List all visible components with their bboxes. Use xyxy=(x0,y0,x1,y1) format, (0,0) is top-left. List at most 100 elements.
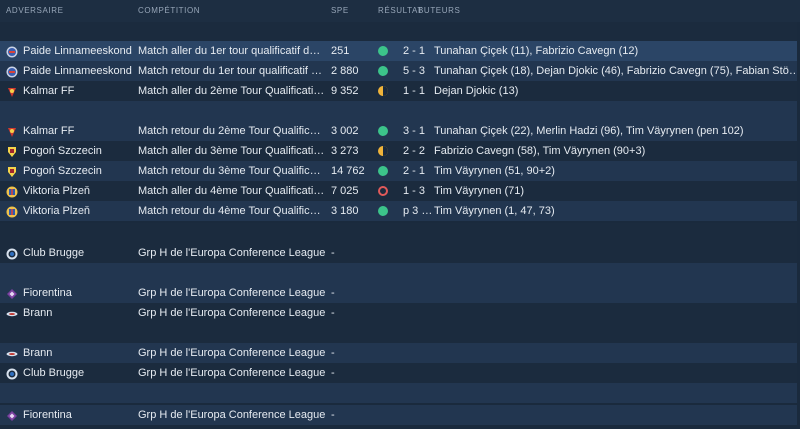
spacer-row xyxy=(0,101,800,121)
opponent-name[interactable]: Viktoria Plzeň xyxy=(23,181,133,201)
scorers-list: Tim Väyrynen (1, 47, 73) xyxy=(434,205,555,217)
brann-crest-icon xyxy=(6,347,18,359)
spectators: 7 025 xyxy=(331,185,359,197)
competition-name: Match retour du 4ème Tour Qualificatif..… xyxy=(138,205,326,217)
plzen-crest-icon xyxy=(6,205,18,218)
opponent-name[interactable]: Kalmar FF xyxy=(23,121,133,141)
spectators: - xyxy=(331,247,335,259)
header-result[interactable]: RÉSULTAT xyxy=(378,6,423,15)
competition-name: Grp H de l'Europa Conference League xyxy=(138,247,326,259)
competition-name: Grp H de l'Europa Conference League xyxy=(138,307,326,319)
table-row[interactable]: Fiorentina Grp H de l'Europa Conference L… xyxy=(0,283,800,303)
spacer-row xyxy=(0,383,800,403)
spectators: 3 273 xyxy=(331,145,359,157)
opponent-name[interactable]: Brann xyxy=(23,303,133,323)
opponent-name[interactable]: Kalmar FF xyxy=(23,81,133,101)
match-score: 5 - 3 xyxy=(403,65,426,77)
brugge-crest-icon xyxy=(6,247,18,260)
spectators: - xyxy=(331,307,335,319)
header-scorers[interactable]: BUTEURS xyxy=(418,6,460,15)
spectators: 3 002 xyxy=(331,125,359,137)
scorers-list: Tunahan Çiçek (11), Fabrizio Cavegn (12) xyxy=(434,45,639,57)
draw-result-icon xyxy=(378,146,388,156)
opponent-name[interactable]: Brann xyxy=(23,343,133,363)
match-score: 1 - 3 xyxy=(403,185,426,197)
kalmar-crest-icon xyxy=(6,125,18,137)
table-row[interactable]: Viktoria Plzeň Match retour du 4ème Tour … xyxy=(0,201,800,221)
spectators: - xyxy=(331,347,335,359)
match-score: 3 - 1 xyxy=(403,125,426,137)
header-competition[interactable]: COMPÉTITION xyxy=(138,6,200,15)
header-opponent[interactable]: ADVERSAIRE xyxy=(6,6,64,15)
competition-name: Grp H de l'Europa Conference League xyxy=(138,367,326,379)
table-row[interactable]: Pogoń Szczecin Match retour du 3ème Tour … xyxy=(0,161,800,181)
table-row[interactable]: Paide Linnameeskond Match retour du 1er t… xyxy=(0,61,800,81)
competition-name: Grp H de l'Europa Conference League xyxy=(138,409,326,421)
spacer-row xyxy=(0,22,800,42)
competition-name: Match retour du 2ème Tour Qualificatif..… xyxy=(138,125,326,137)
match-score: 1 - 1 xyxy=(403,85,426,97)
win-result-icon xyxy=(378,46,388,56)
spacer-row xyxy=(0,223,800,243)
spectators: 2 880 xyxy=(331,65,359,77)
pogon-crest-icon xyxy=(6,145,18,157)
fiorentina-crest-icon xyxy=(6,409,18,421)
table-row[interactable]: Club Brugge Grp H de l'Europa Conference … xyxy=(0,243,800,263)
opponent-name[interactable]: Viktoria Plzeň xyxy=(23,201,133,221)
brugge-crest-icon xyxy=(6,367,18,380)
header-spe[interactable]: SPE xyxy=(331,6,349,15)
loss-result-icon xyxy=(378,186,388,196)
scorers-list: Tunahan Çiçek (18), Dejan Djokic (46), F… xyxy=(434,65,800,77)
win-result-icon xyxy=(378,166,388,176)
opponent-name[interactable]: Club Brugge xyxy=(23,243,133,263)
match-score: 2 - 2 xyxy=(403,145,426,157)
table-row[interactable]: Club Brugge Grp H de l'Europa Conference … xyxy=(0,363,800,383)
table-row[interactable]: Viktoria Plzeň Match aller du 4ème Tour Q… xyxy=(0,181,800,201)
opponent-name[interactable]: Club Brugge xyxy=(23,363,133,383)
table-row[interactable]: Paide Linnameeskond Match aller du 1er to… xyxy=(0,41,800,61)
spectators: 251 xyxy=(331,45,350,57)
brann-crest-icon xyxy=(6,307,18,319)
match-score: p 3 - 1 xyxy=(403,205,433,217)
table-row[interactable]: Pogoń Szczecin Match aller du 3ème Tour Q… xyxy=(0,141,800,161)
spacer-row xyxy=(0,263,800,283)
match-score: 2 - 1 xyxy=(403,45,426,57)
table-row[interactable]: Brann Grp H de l'Europa Conference League… xyxy=(0,343,800,363)
competition-name: Match aller du 2ème Tour Qualificatif de… xyxy=(138,85,326,97)
paide-crest-icon xyxy=(6,65,18,78)
competition-name: Match aller du 3ème Tour Qualificatif de… xyxy=(138,145,326,157)
opponent-name[interactable]: Pogoń Szczecin xyxy=(23,161,133,181)
spectators: - xyxy=(331,409,335,421)
scorers-list: Fabrizio Cavegn (58), Tim Väyrynen (90+3… xyxy=(434,145,646,157)
table-header: ADVERSAIRE COMPÉTITION SPE RÉSULTAT BUTE… xyxy=(0,0,800,23)
fiorentina-crest-icon xyxy=(6,287,18,299)
competition-name: Match aller du 1er tour qualificatif de … xyxy=(138,45,326,57)
opponent-name[interactable]: Paide Linnameeskond xyxy=(23,41,133,61)
spacer-row xyxy=(0,323,800,343)
scorers-list: Dejan Djokic (13) xyxy=(434,85,519,97)
win-result-icon xyxy=(378,206,388,216)
kalmar-crest-icon xyxy=(6,85,18,97)
opponent-name[interactable]: Pogoń Szczecin xyxy=(23,141,133,161)
spectators: 3 180 xyxy=(331,205,359,217)
competition-name: Match retour du 3ème Tour Qualificatif..… xyxy=(138,165,326,177)
match-results-table: ADVERSAIRE COMPÉTITION SPE RÉSULTAT BUTE… xyxy=(0,0,800,426)
opponent-name[interactable]: Fiorentina xyxy=(23,405,133,425)
scorers-list: Tunahan Çiçek (22), Merlin Hadzi (96), T… xyxy=(434,125,744,137)
table-row[interactable]: Kalmar FF Match retour du 2ème Tour Quali… xyxy=(0,121,800,141)
spectators: - xyxy=(331,287,335,299)
spectators: 14 762 xyxy=(331,165,365,177)
spectators: - xyxy=(331,367,335,379)
competition-name: Grp H de l'Europa Conference League xyxy=(138,287,326,299)
table-row[interactable]: Fiorentina Grp H de l'Europa Conference L… xyxy=(0,405,800,425)
competition-name: Match aller du 4ème Tour Qualificatif de… xyxy=(138,185,326,197)
win-result-icon xyxy=(378,66,388,76)
table-row[interactable]: Kalmar FF Match aller du 2ème Tour Qualif… xyxy=(0,81,800,101)
competition-name: Match retour du 1er tour qualificatif de… xyxy=(138,65,326,77)
plzen-crest-icon xyxy=(6,185,18,198)
draw-result-icon xyxy=(378,86,388,96)
opponent-name[interactable]: Fiorentina xyxy=(23,283,133,303)
scorers-list: Tim Väyrynen (71) xyxy=(434,185,525,197)
opponent-name[interactable]: Paide Linnameeskond xyxy=(23,61,133,81)
table-row[interactable]: Brann Grp H de l'Europa Conference League… xyxy=(0,303,800,323)
